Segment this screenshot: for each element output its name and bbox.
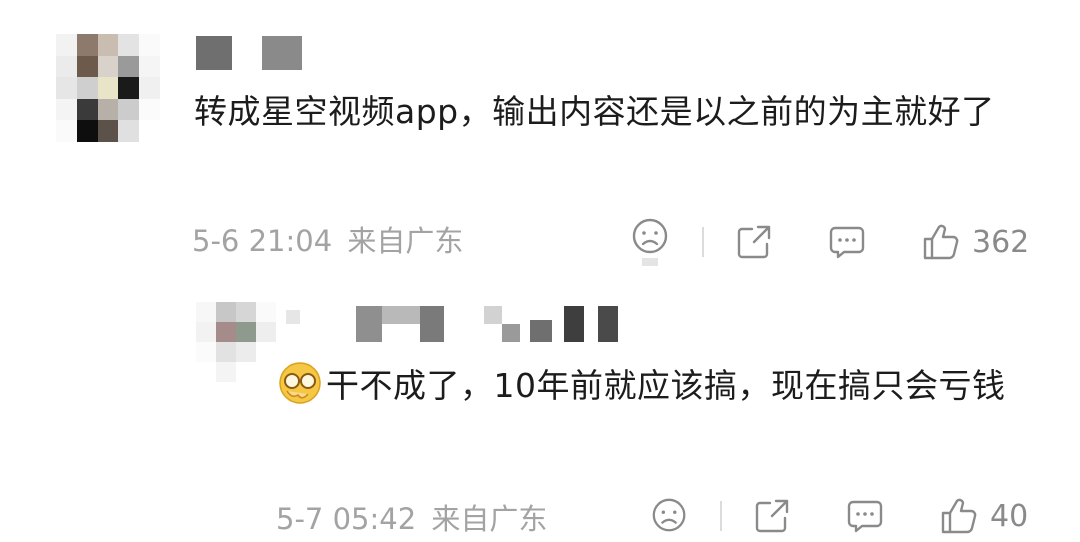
comment-meta: 5-7 05:42 来自广东 [276, 496, 547, 538]
username[interactable] [286, 306, 618, 342]
share-icon[interactable] [736, 224, 772, 260]
comment-text: 干不成了，10年前就应该搞，现在搞只会亏钱 [278, 360, 1048, 412]
comment-icon[interactable] [846, 498, 884, 534]
thumbs-up-icon [923, 224, 959, 260]
avatar[interactable] [196, 302, 276, 382]
sad-face-icon[interactable] [650, 496, 690, 536]
facepalm-emoji-icon [279, 362, 321, 404]
comment-time: 5-6 21:04 [192, 224, 333, 258]
comment-actions: 40 [650, 496, 1028, 536]
divider [720, 501, 722, 531]
sad-face-icon[interactable] [630, 216, 672, 268]
comment-icon[interactable] [828, 224, 866, 260]
like-button[interactable]: 362 [922, 223, 1029, 261]
thumbs-up-icon [941, 498, 977, 534]
like-count: 40 [990, 498, 1029, 534]
divider [702, 227, 704, 257]
reply-comment: 干不成了，10年前就应该搞，现在搞只会亏钱 5-7 05:42 来自广东 40 [0, 290, 1080, 542]
like-button[interactable]: 40 [940, 497, 1028, 535]
comment-meta: 5-6 21:04 来自广东 [192, 218, 463, 260]
comment-body: 干不成了，10年前就应该搞，现在搞只会亏钱 [326, 366, 1006, 405]
comment-text: 转成星空视频app，输出内容还是以之前的为主就好了 [194, 92, 995, 131]
share-icon[interactable] [754, 498, 790, 534]
comment-location: 来自广东 [347, 224, 464, 258]
comment-actions: 362 [630, 216, 1029, 268]
comment: 转成星空视频app，输出内容还是以之前的为主就好了 5-6 21:04 来自广东… [0, 0, 1080, 290]
avatar[interactable] [56, 34, 160, 142]
comment-location: 来自广东 [431, 502, 548, 536]
like-count: 362 [972, 224, 1030, 260]
comment-time: 5-7 05:42 [276, 502, 417, 536]
username[interactable] [196, 36, 302, 70]
